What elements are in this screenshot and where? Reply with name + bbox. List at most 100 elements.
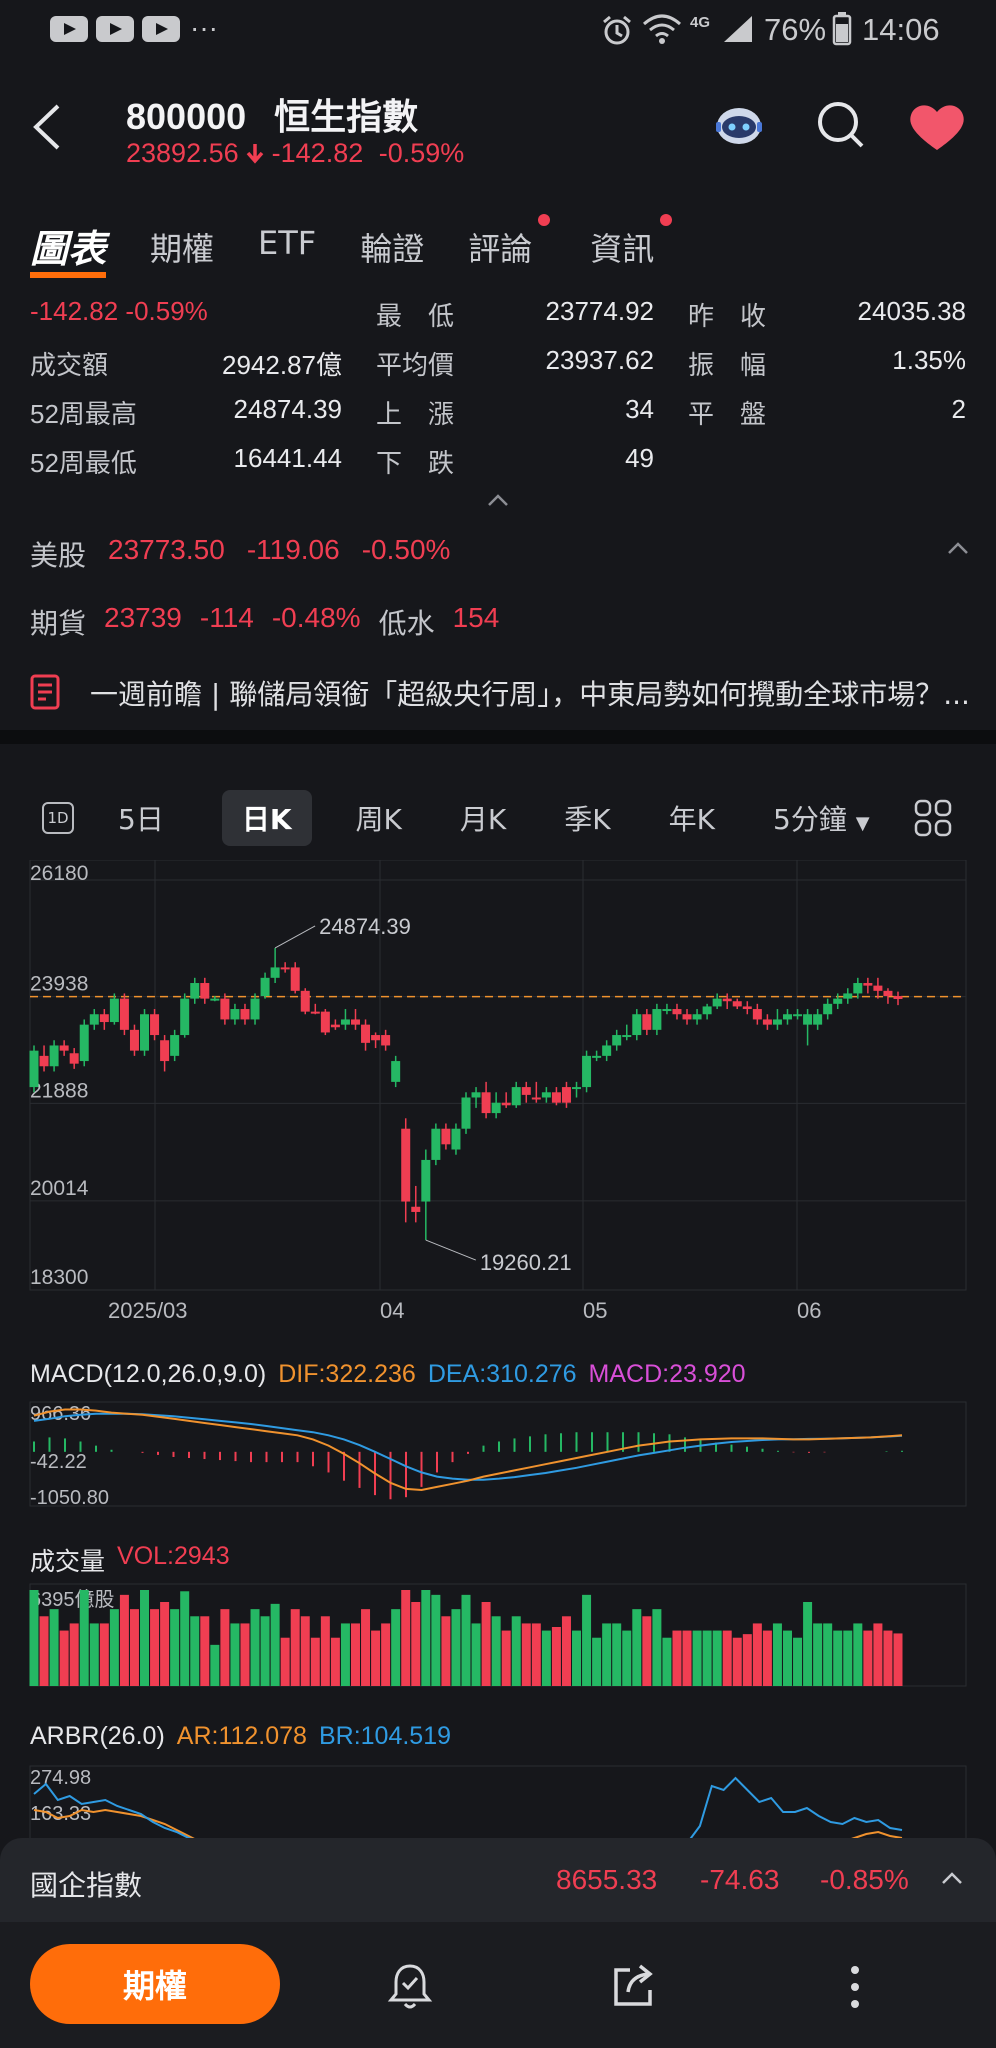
volume-chart[interactable]: 6395億股: [0, 1580, 996, 1692]
battery-icon: [832, 12, 852, 46]
volume-bar: [612, 1623, 622, 1686]
candle: [592, 1055, 602, 1058]
volume-bar: [180, 1591, 190, 1686]
candle: [361, 1024, 371, 1043]
volume-bar: [652, 1609, 662, 1686]
more-options-icon[interactable]: [848, 1962, 862, 2012]
chart-frame: [29, 860, 967, 1291]
volume-bar: [240, 1623, 250, 1686]
futures-row[interactable]: 期貨 23739 -114 -0.48% 低水 154: [30, 602, 499, 642]
collapse-chevron-icon[interactable]: [486, 492, 510, 508]
back-icon[interactable]: [30, 102, 64, 152]
candle: [572, 1087, 582, 1090]
page-title: 800000 恒生指數: [126, 88, 418, 140]
y-axis-tick: 23938: [30, 973, 88, 996]
period-1d-button[interactable]: 1D: [42, 802, 74, 834]
volume-bar: [350, 1623, 360, 1686]
notification-dot: [660, 214, 673, 226]
period-daily-k[interactable]: 日K: [221, 790, 312, 846]
header-change: -142.82: [271, 138, 364, 168]
low-annotation: 19260.21: [480, 1250, 572, 1275]
period-minute-dropdown[interactable]: 5分鐘 ▼: [773, 798, 870, 838]
volume-bar: [662, 1637, 672, 1686]
price-alert-bell-icon[interactable]: [386, 1962, 434, 2012]
us-stock-row[interactable]: 美股 23773.50 -119.06 -0.50%: [30, 534, 450, 574]
options-button[interactable]: 期權: [30, 1944, 280, 2024]
period-5d[interactable]: 5日: [118, 798, 164, 838]
volume-bar: [813, 1623, 823, 1686]
volume-bar: [642, 1616, 652, 1686]
candle: [602, 1045, 612, 1056]
clock: 14:06: [862, 12, 940, 47]
volume-bar: [551, 1627, 561, 1686]
tab-warrants[interactable]: 輪證: [360, 224, 424, 278]
volume-bar: [280, 1637, 290, 1686]
volume-bar: [883, 1630, 893, 1686]
candle: [481, 1092, 491, 1114]
period-quarterly-k[interactable]: 季K: [564, 798, 610, 838]
dea-line: [33, 1412, 903, 1481]
volume-bar: [49, 1609, 59, 1686]
candlestick-chart[interactable]: 26180 23938 21888 20014 18300 2025/03 04 05 06 24…: [0, 860, 996, 1340]
tab-chart[interactable]: 圖表: [30, 218, 107, 278]
volume-bar: [762, 1630, 772, 1686]
volume-bar: [69, 1623, 79, 1686]
grid-layout-icon[interactable]: [914, 799, 952, 837]
volume-bar: [441, 1616, 451, 1686]
candle: [501, 1102, 511, 1106]
volume-bar: [451, 1609, 461, 1686]
robot-assistant-icon[interactable]: [714, 100, 764, 150]
candle: [371, 1035, 381, 1041]
network-type: 4G: [690, 14, 711, 31]
volume-bar: [160, 1602, 170, 1686]
low-value: 23774.92: [545, 296, 654, 326]
candle: [29, 1050, 39, 1088]
volume-bar: [401, 1590, 411, 1686]
candle: [541, 1092, 551, 1098]
candle: [752, 1009, 762, 1020]
candle: [340, 1019, 350, 1025]
volume-bar: [260, 1616, 270, 1686]
flat-count-value: 2: [951, 394, 966, 424]
candle: [692, 1014, 702, 1020]
candle: [310, 1011, 320, 1014]
period-yearly-k[interactable]: 年K: [669, 798, 715, 838]
search-icon[interactable]: [816, 100, 866, 152]
volume-bar: [270, 1603, 280, 1686]
hscei-change: -74.63: [700, 1864, 780, 1895]
volume-bar: [682, 1630, 692, 1686]
volume-bar: [119, 1594, 129, 1686]
candle: [491, 1102, 501, 1114]
news-headline[interactable]: 一週前瞻 | 聯儲局領銜「超級央行周」，中東局勢如何攪動全球市場？...: [30, 668, 970, 718]
period-weekly-k[interactable]: 周K: [356, 798, 402, 838]
chevron-up-icon[interactable]: [946, 540, 970, 556]
favorite-heart-icon[interactable]: [908, 102, 966, 152]
low52-label: 52周最低: [30, 448, 137, 478]
tab-comments[interactable]: 評論: [468, 214, 551, 278]
volume-bar: [150, 1609, 160, 1686]
volume-bar: [863, 1630, 873, 1686]
tab-etf[interactable]: ETF: [258, 224, 316, 278]
high52-label: 52周最高: [30, 399, 137, 429]
hscei-quote-bar[interactable]: 國企指數 8655.33 -74.63 -0.85%: [0, 1838, 996, 1922]
candle: [49, 1045, 59, 1067]
volume-bar: [481, 1602, 491, 1686]
candle: [411, 1206, 421, 1212]
period-monthly-k[interactable]: 月K: [460, 798, 506, 838]
y-axis-tick: 163.33: [30, 1803, 91, 1825]
news-doc-icon: [30, 674, 60, 710]
candle: [642, 1014, 652, 1030]
notification-dot: [538, 214, 551, 226]
share-icon[interactable]: [610, 1962, 656, 2010]
x-axis-tick: 2025/03: [108, 1298, 188, 1323]
candle: [89, 1014, 99, 1025]
candle: [672, 1009, 682, 1015]
turnover-label: 成交額: [30, 350, 109, 380]
tab-news[interactable]: 資訊: [590, 214, 673, 278]
macd-chart[interactable]: 966.36-42.22-1050.80: [0, 1398, 996, 1514]
expand-chevron-icon[interactable]: [940, 1870, 964, 1886]
down-count-label: 下 跌: [376, 448, 455, 478]
tab-options[interactable]: 期權: [150, 224, 214, 278]
volume-bar: [421, 1590, 431, 1686]
arbr-chart[interactable]: 274.98 163.33: [0, 1762, 996, 1842]
